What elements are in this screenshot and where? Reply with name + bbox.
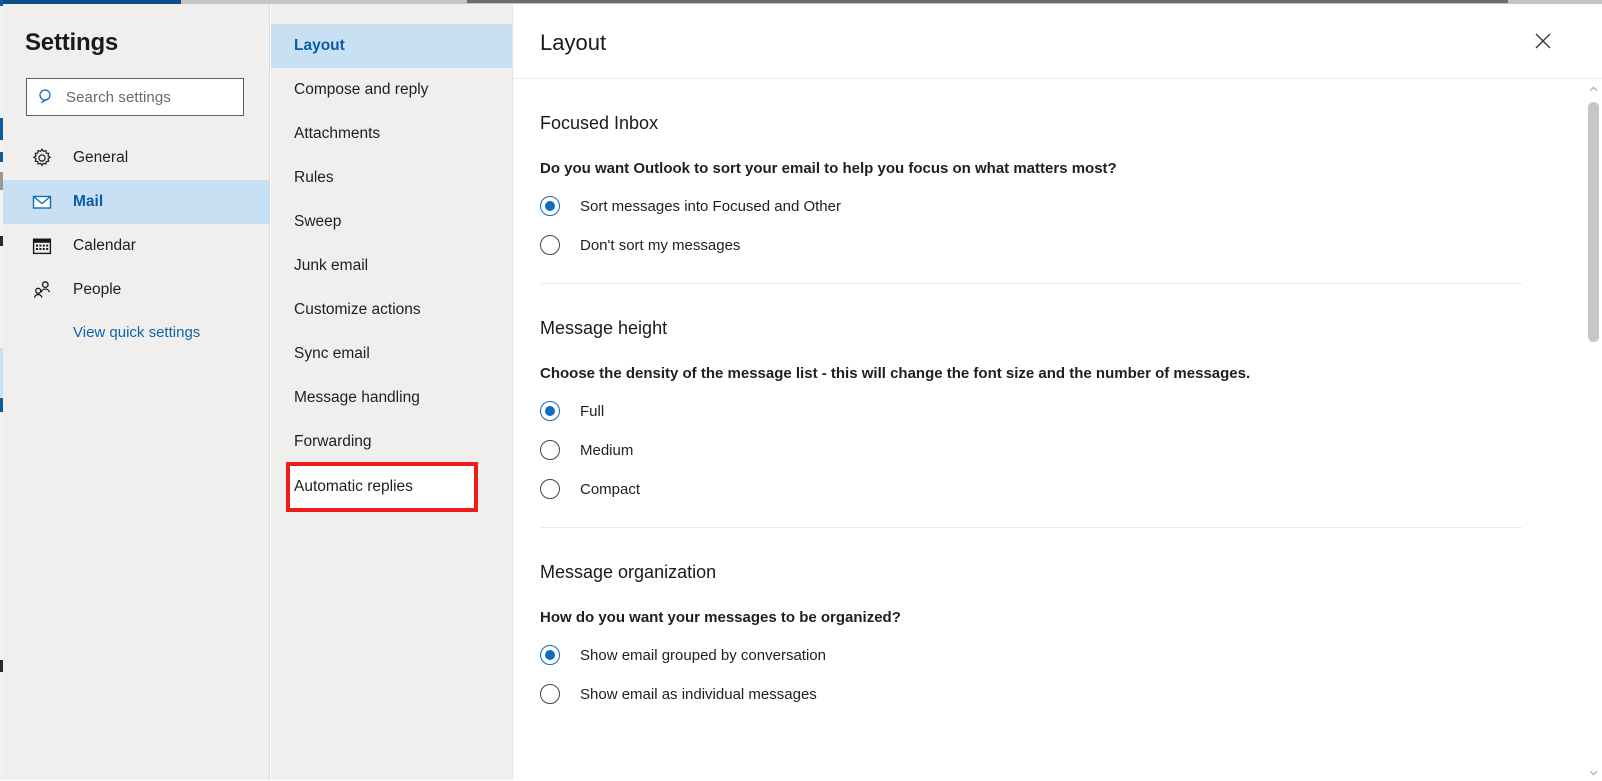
- radio-label: Full: [580, 402, 605, 420]
- subnav-item-attachments[interactable]: Attachments: [271, 112, 512, 156]
- settings-sidebar: Settings Search settings General Mail Ca…: [3, 4, 270, 780]
- subnav-item-forwarding[interactable]: Forwarding: [271, 420, 512, 464]
- radio-medium[interactable]: Medium: [540, 440, 1542, 460]
- search-input-placeholder[interactable]: Search settings: [66, 89, 171, 106]
- radio-full[interactable]: Full: [540, 401, 1542, 421]
- radio-button[interactable]: [540, 645, 560, 665]
- mail-subnav-list: Layout Compose and reply Attachments Rul…: [271, 24, 512, 512]
- scrollbar-up-arrow[interactable]: [1585, 79, 1602, 96]
- scrollbar-track[interactable]: [1585, 96, 1602, 763]
- radio-button[interactable]: [540, 479, 560, 499]
- subnav-item-message-handling[interactable]: Message handling: [271, 376, 512, 420]
- page-title: Layout: [540, 30, 607, 55]
- content-scrollbar[interactable]: [1585, 79, 1602, 780]
- radio-label: Compact: [580, 480, 641, 498]
- layout-settings-pane: Layout Focused Inbox Do you want Outlook…: [513, 4, 1602, 780]
- view-quick-settings-link[interactable]: View quick settings: [73, 324, 200, 341]
- sidebar-item-people[interactable]: People: [3, 268, 270, 312]
- subnav-item-compose-and-reply[interactable]: Compose and reply: [271, 68, 512, 112]
- sidebar-item-label: Mail: [73, 193, 104, 210]
- radio-button[interactable]: [540, 196, 560, 216]
- calendar-icon: [31, 235, 53, 257]
- section-title: Message organization: [540, 562, 717, 582]
- subnav-item-rules[interactable]: Rules: [271, 156, 512, 200]
- subnav-item-automatic-replies[interactable]: Automatic replies: [286, 462, 478, 512]
- settings-title: Settings: [25, 29, 119, 56]
- pane-body: Focused Inbox Do you want Outlook to sor…: [513, 79, 1602, 781]
- sidebar-item-label: General: [73, 149, 129, 166]
- close-button[interactable]: [1527, 27, 1559, 59]
- radio-button[interactable]: [540, 401, 560, 421]
- top-accent-bar-dark: [467, 0, 1508, 3]
- section-title: Focused Inbox: [540, 113, 659, 133]
- radio-compact[interactable]: Compact: [540, 479, 1542, 499]
- subnav-item-sync-email[interactable]: Sync email: [271, 332, 512, 376]
- radio-button[interactable]: [540, 440, 560, 460]
- sidebar-item-mail[interactable]: Mail: [3, 180, 270, 224]
- people-icon: [31, 279, 53, 301]
- close-icon: [1533, 31, 1553, 56]
- settings-dialog: Settings Search settings General Mail Ca…: [0, 0, 1602, 780]
- radio-label: Show email grouped by conversation: [580, 646, 826, 664]
- sidebar-item-calendar[interactable]: Calendar: [3, 224, 270, 268]
- section-question: How do you want your messages to be orga…: [540, 609, 901, 626]
- subnav-item-sweep[interactable]: Sweep: [271, 200, 512, 244]
- radio-sort-into-focused-and-other[interactable]: Sort messages into Focused and Other: [540, 196, 1542, 216]
- chevron-up-icon: [1589, 79, 1598, 97]
- sidebar-item-label: Calendar: [73, 237, 136, 254]
- section-message-height: Message height Choose the density of the…: [540, 284, 1542, 499]
- radio-label: Show email as individual messages: [580, 685, 817, 703]
- radio-label: Don't sort my messages: [580, 236, 741, 254]
- radio-button[interactable]: [540, 235, 560, 255]
- section-focused-inbox: Focused Inbox Do you want Outlook to sor…: [540, 79, 1542, 255]
- subnav-item-junk-email[interactable]: Junk email: [271, 244, 512, 288]
- gear-icon: [31, 147, 53, 169]
- radio-label: Medium: [580, 441, 634, 459]
- settings-nav-list: General Mail Calendar People: [3, 136, 270, 312]
- mail-subnav: Layout Compose and reply Attachments Rul…: [271, 4, 513, 780]
- section-question: Choose the density of the message list -…: [540, 365, 1251, 382]
- chevron-down-icon: [1589, 763, 1598, 781]
- radio-show-email-as-individual-messages[interactable]: Show email as individual messages: [540, 684, 1542, 704]
- section-title: Message height: [540, 318, 668, 338]
- envelope-icon: [31, 191, 53, 213]
- radio-label: Sort messages into Focused and Other: [580, 197, 841, 215]
- radio-button[interactable]: [540, 684, 560, 704]
- search-icon: [38, 88, 56, 106]
- subnav-item-customize-actions[interactable]: Customize actions: [271, 288, 512, 332]
- scrollbar-down-arrow[interactable]: [1585, 763, 1602, 780]
- section-message-organization: Message organization How do you want you…: [540, 528, 1542, 704]
- sidebar-item-label: People: [73, 281, 122, 298]
- radio-show-email-grouped-by-conversation[interactable]: Show email grouped by conversation: [540, 645, 1542, 665]
- sidebar-item-general[interactable]: General: [3, 136, 270, 180]
- scrollbar-thumb[interactable]: [1588, 102, 1599, 342]
- radio-dont-sort-my-messages[interactable]: Don't sort my messages: [540, 235, 1542, 255]
- search-settings-box[interactable]: Search settings: [26, 78, 244, 116]
- section-question: Do you want Outlook to sort your email t…: [540, 160, 1117, 177]
- subnav-item-layout[interactable]: Layout: [271, 24, 512, 68]
- pane-header: Layout: [513, 4, 1602, 79]
